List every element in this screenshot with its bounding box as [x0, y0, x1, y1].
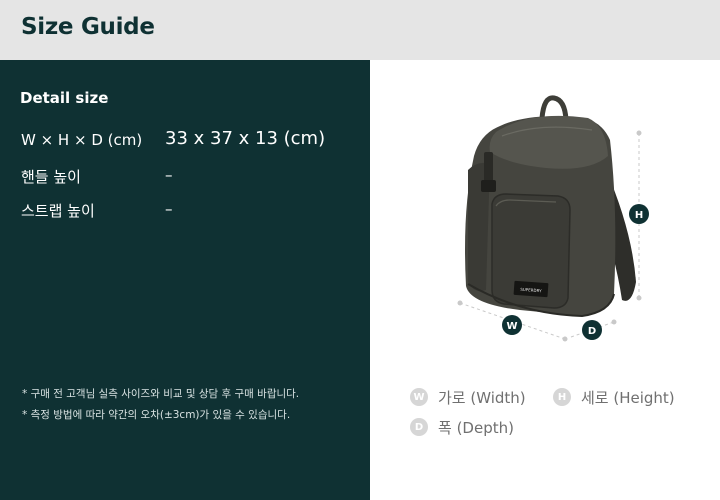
spec-row-handle-height: 핸들 높이 – — [21, 166, 361, 188]
width-guide-dot — [457, 300, 463, 306]
spec-value-strap-height: – — [165, 200, 173, 218]
bag-buckle — [481, 180, 496, 192]
backpack-diagram: SUPERDRY H W D — [457, 95, 649, 342]
width-marker: W — [502, 315, 522, 335]
legend-badge-height: H — [553, 388, 571, 406]
height-guide-dot — [636, 130, 642, 136]
detail-panel: Detail size W × H × D (cm) 33 x 37 x 13 … — [0, 60, 370, 500]
legend-badge-depth: D — [410, 418, 428, 436]
spec-label-strap-height: 스트랩 높이 — [21, 202, 95, 220]
legend-badge-width: W — [410, 388, 428, 406]
note-line: * 구매 전 고객님 실측 사이즈와 비교 및 상담 후 구매 바랍니다. — [22, 388, 300, 400]
page-title: Size Guide — [21, 14, 155, 40]
diagram-panel: SUPERDRY H W D W 가로 (Width) H 세로 (Height… — [370, 60, 720, 500]
spec-row-strap-height: 스트랩 높이 – — [21, 200, 361, 222]
size-notes: * 구매 전 고객님 실측 사이즈와 비교 및 상담 후 구매 바랍니다. * … — [22, 384, 299, 426]
svg-text:W: W — [506, 321, 517, 332]
legend-label-width: 가로 (Width) — [438, 388, 526, 407]
legend-height: H 세로 (Height) — [553, 387, 675, 407]
detail-size-heading: Detail size — [20, 89, 109, 107]
svg-text:D: D — [588, 326, 596, 337]
width-guide-dot — [562, 336, 568, 342]
legend-depth: D 폭 (Depth) — [410, 417, 514, 437]
spec-row-dimensions: W × H × D (cm) 33 x 37 x 13 (cm) — [21, 128, 361, 153]
spec-label-dimensions: W × H × D (cm) — [21, 131, 143, 149]
height-marker: H — [629, 204, 649, 224]
depth-marker: D — [582, 320, 602, 340]
height-guide-dot — [636, 295, 642, 301]
note-line: * 측정 방법에 따라 약간의 오차(±3cm)가 있을 수 있습니다. — [22, 409, 291, 421]
spec-value-handle-height: – — [165, 166, 173, 184]
legend-label-height: 세로 (Height) — [581, 388, 675, 407]
svg-text:H: H — [635, 210, 643, 221]
spec-value-dimensions: 33 x 37 x 13 (cm) — [165, 128, 326, 149]
depth-guide-dot — [611, 319, 617, 325]
page-header: Size Guide — [0, 0, 720, 60]
legend-label-depth: 폭 (Depth) — [438, 418, 514, 437]
spec-label-handle-height: 핸들 높이 — [21, 168, 81, 186]
legend-width: W 가로 (Width) — [410, 387, 526, 407]
